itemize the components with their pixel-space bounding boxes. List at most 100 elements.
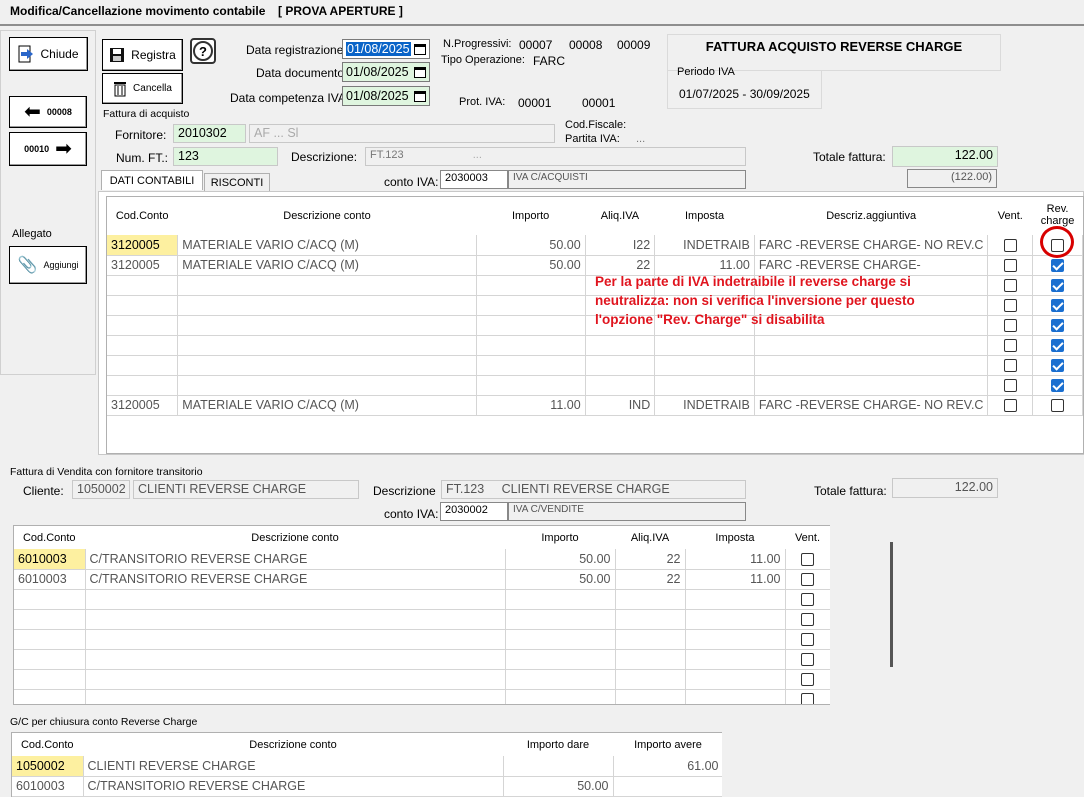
table-row[interactable] (107, 355, 1083, 376)
importo-cell[interactable] (476, 335, 586, 356)
table-row[interactable]: 3120005 MATERIALE VARIO C/ACQ (M) 50.00 I22… (107, 235, 1083, 256)
aliq-iva-cell[interactable]: 22 (615, 569, 686, 590)
imposta-cell[interactable] (654, 335, 755, 356)
aggiungi-button[interactable]: 📎 Aggiungi (9, 246, 87, 284)
rev-charge-checkbox[interactable] (1051, 339, 1065, 353)
descrizione-cell[interactable] (177, 295, 477, 316)
vent-checkbox[interactable] (1003, 319, 1017, 333)
cod-conto-cell[interactable] (107, 375, 179, 396)
cod-conto-cell[interactable] (107, 355, 179, 376)
vent-checkbox[interactable] (1003, 299, 1017, 313)
descrizione-cell[interactable]: C/TRANSITORIO REVERSE CHARGE (85, 569, 506, 590)
vent-checkbox[interactable] (801, 653, 814, 667)
vendita-descrizione-field[interactable]: FT.123 CLIENTI REVERSE CHARGE (441, 480, 746, 499)
importo-cell[interactable] (476, 375, 586, 396)
aliq-iva-cell[interactable] (585, 335, 656, 356)
aliq-iva-cell[interactable] (615, 649, 686, 670)
vendita-scrollbar[interactable] (890, 542, 893, 667)
chiude-button[interactable]: Chiude (9, 37, 88, 71)
imposta-cell[interactable] (685, 609, 786, 630)
imposta-cell[interactable]: INDETRAIB (654, 395, 755, 416)
cod-conto-cell[interactable]: 3120005 (107, 255, 179, 276)
vent-checkbox[interactable] (1003, 339, 1017, 353)
imposta-cell[interactable] (654, 375, 755, 396)
cod-conto-cell[interactable]: 6010003 (12, 776, 84, 797)
vent-checkbox[interactable] (801, 573, 814, 587)
importo-cell[interactable]: 50.00 (476, 255, 586, 276)
data-documento-field[interactable]: 01/08/2025 (342, 62, 430, 82)
descrizione-cell[interactable] (177, 355, 477, 376)
aliq-iva-cell[interactable] (615, 669, 686, 690)
descriz-aggiuntiva-cell[interactable]: FARC -REVERSE CHARGE- NO REV.C (754, 235, 989, 256)
descrizione-cell[interactable] (85, 589, 506, 610)
descrizione-cell[interactable] (85, 649, 506, 670)
importo-cell[interactable] (476, 315, 586, 336)
cod-conto-cell[interactable] (14, 629, 86, 650)
vent-checkbox[interactable] (801, 552, 814, 566)
data-registrazione-field[interactable]: 01/08/2025 (342, 39, 430, 59)
rev-charge-checkbox[interactable] (1051, 319, 1065, 333)
descrizione-cell[interactable] (177, 375, 477, 396)
tab-dati-contabili[interactable]: DATI CONTABILI (101, 170, 203, 190)
table-row[interactable] (107, 335, 1083, 356)
importo-cell[interactable]: 11.00 (476, 395, 586, 416)
conto-iva-field[interactable]: 2030003 (440, 170, 508, 189)
vent-checkbox[interactable] (1003, 379, 1017, 393)
descrizione-cell[interactable]: CLIENTI REVERSE CHARGE (83, 756, 504, 777)
cod-conto-cell[interactable] (107, 275, 179, 296)
cod-conto-cell[interactable] (14, 589, 86, 610)
table-row[interactable] (14, 689, 831, 704)
cod-conto-cell[interactable]: 6010003 (14, 569, 86, 590)
help-button[interactable]: ? (190, 38, 216, 64)
cod-conto-cell[interactable] (14, 689, 86, 704)
descriz-aggiuntiva-cell[interactable] (754, 355, 989, 376)
table-row[interactable] (14, 589, 831, 610)
descrizione-cell[interactable] (177, 275, 477, 296)
cod-conto-cell[interactable] (14, 669, 86, 690)
descrizione-cell[interactable]: MATERIALE VARIO C/ACQ (M) (177, 395, 477, 416)
num-ft-field[interactable]: 123 (173, 147, 278, 166)
imposta-cell[interactable] (685, 629, 786, 650)
importo-cell[interactable] (505, 629, 616, 650)
aliq-iva-cell[interactable] (585, 375, 656, 396)
descriz-aggiuntiva-cell[interactable] (754, 375, 989, 396)
importo-dare-cell[interactable]: 50.00 (503, 776, 614, 797)
imposta-cell[interactable]: 11.00 (685, 549, 786, 570)
descrizione-cell[interactable] (85, 609, 506, 630)
rev-charge-checkbox[interactable] (1051, 279, 1065, 293)
descriz-aggiuntiva-cell[interactable]: FARC -REVERSE CHARGE- NO REV.C (754, 395, 989, 416)
descrizione-cell[interactable]: MATERIALE VARIO C/ACQ (M) (177, 255, 477, 276)
table-row[interactable] (14, 609, 831, 630)
vent-checkbox[interactable] (1003, 399, 1017, 413)
rev-charge-checkbox[interactable] (1051, 399, 1065, 413)
vent-checkbox[interactable] (801, 693, 814, 704)
cliente-code-field[interactable]: 1050002 (72, 480, 130, 499)
importo-cell[interactable] (505, 689, 616, 704)
vent-checkbox[interactable] (801, 593, 814, 607)
aliq-iva-cell[interactable] (615, 629, 686, 650)
importo-avere-cell[interactable] (613, 776, 724, 797)
imposta-cell[interactable] (685, 689, 786, 704)
next-record-button[interactable]: 00010 ➡ (9, 132, 87, 166)
rev-charge-checkbox[interactable] (1051, 299, 1065, 313)
fornitore-code-field[interactable]: 2010302 (173, 124, 246, 143)
importo-cell[interactable] (505, 589, 616, 610)
vent-checkbox[interactable] (801, 673, 814, 687)
prev-record-button[interactable]: ⬅ 00008 (9, 96, 87, 128)
cod-conto-cell[interactable] (107, 335, 179, 356)
importo-cell[interactable]: 50.00 (505, 569, 616, 590)
aliq-iva-cell[interactable] (615, 609, 686, 630)
cod-conto-cell[interactable]: 6010003 (14, 549, 86, 570)
importo-cell[interactable]: 50.00 (505, 549, 616, 570)
importo-cell[interactable] (505, 609, 616, 630)
vent-checkbox[interactable] (1003, 259, 1017, 273)
vent-checkbox[interactable] (1003, 238, 1017, 252)
importo-avere-cell[interactable]: 61.00 (613, 756, 724, 777)
importo-cell[interactable] (476, 355, 586, 376)
cod-conto-cell[interactable]: 3120005 (107, 395, 179, 416)
cod-conto-cell[interactable]: 1050002 (12, 756, 84, 777)
imposta-cell[interactable] (685, 589, 786, 610)
descrizione-cell[interactable] (177, 335, 477, 356)
aliq-iva-cell[interactable]: 22 (615, 549, 686, 570)
importo-cell[interactable]: 50.00 (476, 235, 586, 256)
